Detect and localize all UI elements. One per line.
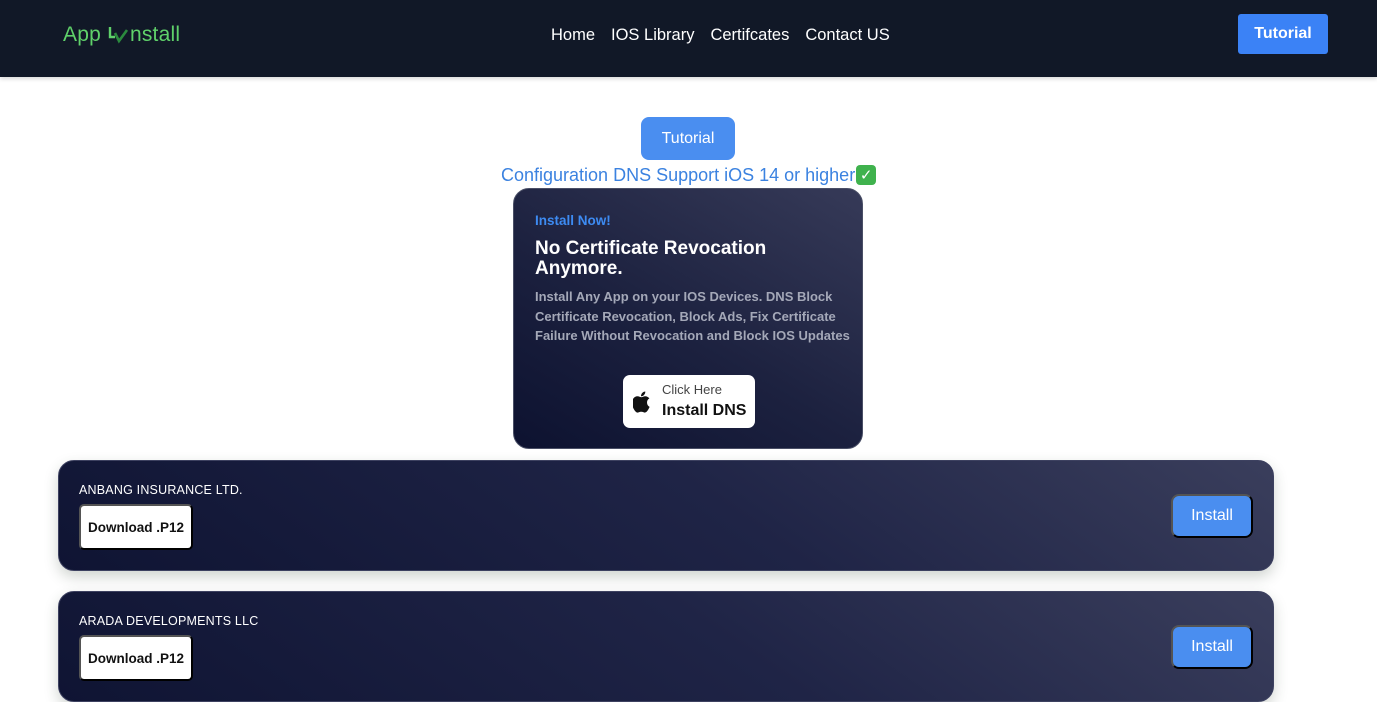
card-title: No Certificate Revocation Anymore. — [535, 238, 767, 279]
logo-download-icon — [108, 27, 129, 44]
install-button[interactable]: Install — [1171, 625, 1253, 669]
tutorial-button[interactable]: Tutorial — [641, 117, 735, 160]
dns-support-notice: Configuration DNS Support iOS 14 or high… — [501, 163, 877, 187]
install-button[interactable]: Install — [1171, 494, 1253, 538]
apple-icon — [633, 391, 650, 413]
card-description: Install Any App on your IOS Devices. DNS… — [535, 289, 850, 343]
install-dns-card: Install Now! No Certificate Revocation A… — [513, 188, 863, 449]
main-nav: Home IOS Library Certifcates Contact US — [551, 24, 890, 46]
nav-link-certificates[interactable]: Certifcates — [710, 24, 789, 46]
download-p12-button[interactable]: Download .P12 — [79, 635, 193, 681]
logo-text-prefix: App — [63, 23, 101, 46]
card-eyebrow: Install Now! — [535, 213, 611, 228]
dns-support-text: Configuration DNS Support iOS 14 or high… — [501, 164, 856, 185]
check-mark-icon: ✓ — [856, 165, 877, 185]
nav-link-contact[interactable]: Contact US — [805, 24, 889, 46]
certificate-card: ARADA DEVELOPMENTS LLC Download .P12 Ins… — [58, 591, 1274, 702]
logo-text-suffix: nstall — [129, 23, 181, 46]
certificate-name: ANBANG INSURANCE LTD. — [79, 483, 243, 497]
certificate-name: ARADA DEVELOPMENTS LLC — [79, 614, 259, 628]
navbar: App nstall Home IOS Library Certifcates … — [0, 0, 1377, 77]
download-p12-button[interactable]: Download .P12 — [79, 504, 193, 550]
nav-link-home[interactable]: Home — [551, 24, 595, 46]
site-logo[interactable]: App nstall — [63, 22, 180, 48]
nav-link-ios-library[interactable]: IOS Library — [611, 24, 694, 46]
nav-tutorial-button[interactable]: Tutorial — [1238, 14, 1328, 54]
install-dns-caption: Click Here — [662, 382, 722, 397]
install-dns-label: Install DNS — [662, 402, 747, 419]
install-dns-button[interactable]: Click Here Install DNS — [623, 375, 755, 428]
certificate-card: ANBANG INSURANCE LTD. Download .P12 Inst… — [58, 460, 1274, 571]
